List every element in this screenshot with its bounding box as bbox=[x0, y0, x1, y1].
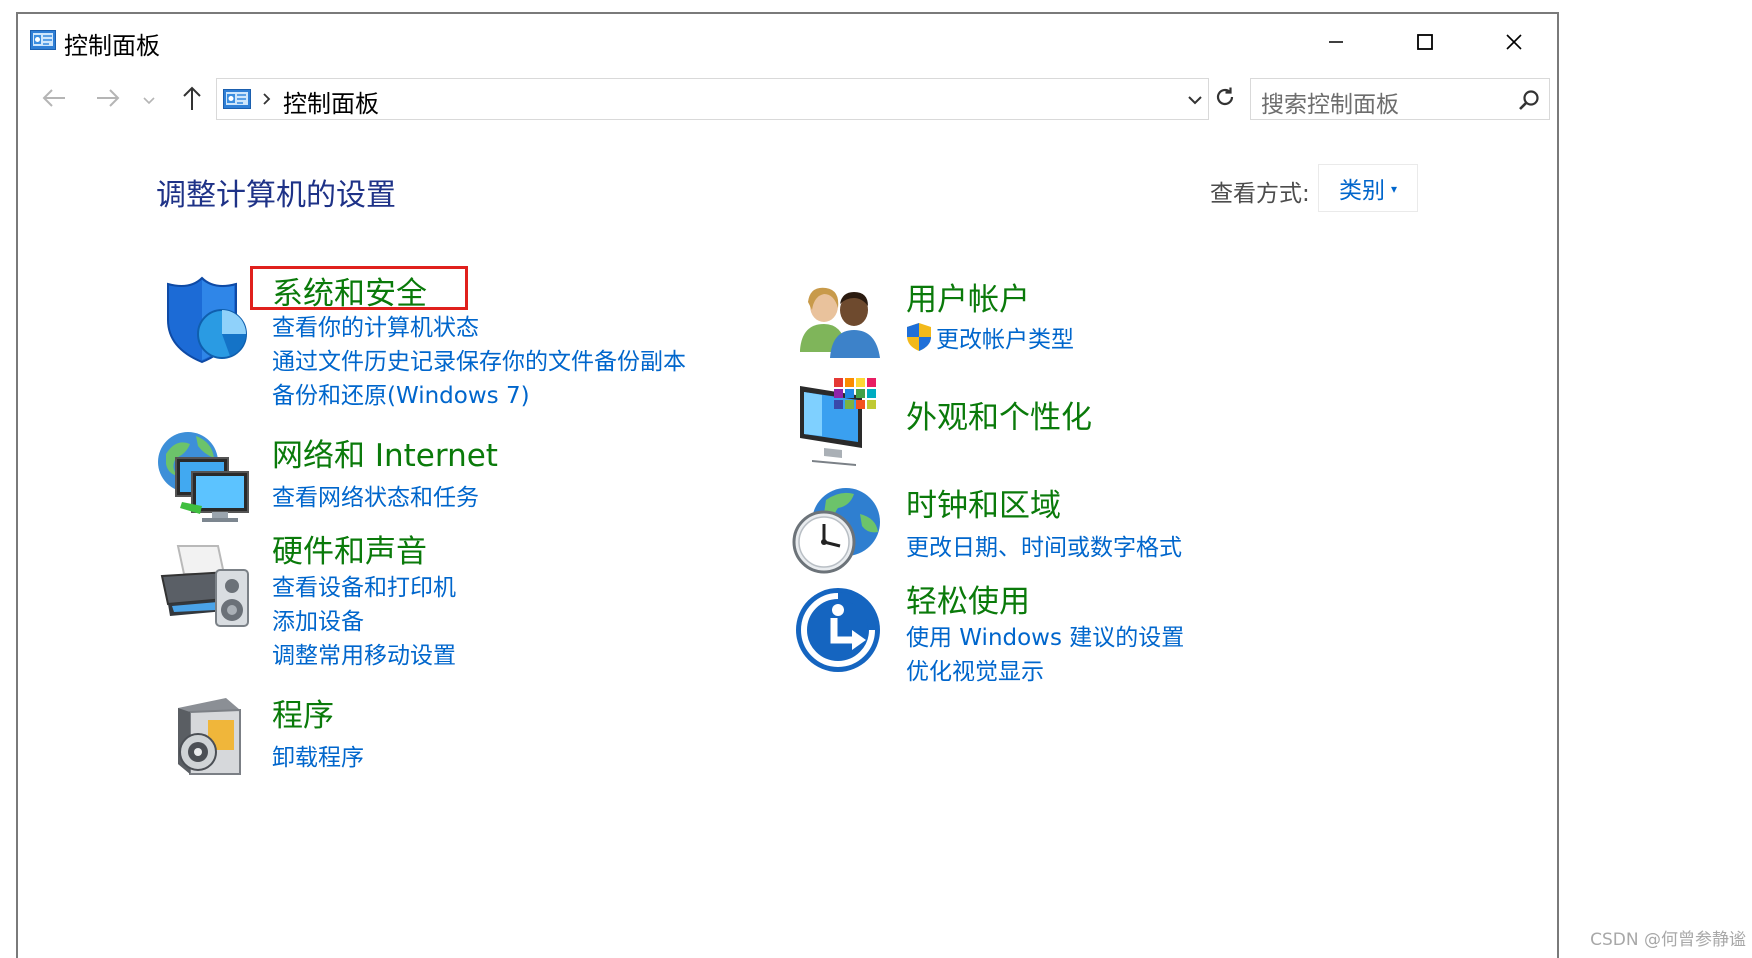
category-title-ease-of-access[interactable]: 轻松使用 bbox=[906, 576, 1030, 621]
category-title-appearance-personalization[interactable]: 外观和个性化 bbox=[906, 392, 1092, 437]
link-optimize-visual-display[interactable]: 优化视觉显示 bbox=[906, 652, 1044, 686]
close-icon bbox=[1504, 32, 1524, 52]
refresh-icon bbox=[1213, 85, 1237, 113]
search-box[interactable]: 搜索控制面板 bbox=[1250, 78, 1550, 120]
control-panel-window: 控制面板 控制面板 搜索控制面板 调整计算机的设置 查看方式: 类别 ▾ 系统和… bbox=[16, 12, 1559, 958]
link-uninstall-program[interactable]: 卸载程序 bbox=[272, 738, 364, 772]
link-backup-restore[interactable]: 备份和还原(Windows 7) bbox=[272, 376, 530, 410]
category-title-hardware-sound[interactable]: 硬件和声音 bbox=[272, 526, 427, 571]
close-button[interactable] bbox=[1482, 22, 1546, 62]
control-panel-icon bbox=[223, 89, 251, 109]
title-bar[interactable]: 控制面板 bbox=[18, 14, 1557, 68]
address-bar[interactable]: 控制面板 bbox=[216, 78, 1209, 120]
shield-chart-icon[interactable] bbox=[160, 276, 250, 370]
dropdown-arrow-icon: ▾ bbox=[1390, 182, 1398, 196]
uac-shield-icon bbox=[906, 322, 932, 356]
up-button[interactable] bbox=[174, 84, 210, 116]
breadcrumb-separator-icon[interactable] bbox=[261, 89, 273, 113]
search-icon[interactable] bbox=[1517, 88, 1541, 116]
printer-speaker-icon[interactable] bbox=[158, 540, 254, 634]
link-recommended-settings[interactable]: 使用 Windows 建议的设置 bbox=[906, 618, 1184, 652]
ease-of-access-icon[interactable] bbox=[794, 586, 882, 678]
minimize-button[interactable] bbox=[1304, 22, 1368, 62]
refresh-button[interactable] bbox=[1210, 78, 1240, 120]
category-title-system-security[interactable]: 系统和安全 bbox=[272, 268, 427, 313]
address-dropdown-button[interactable] bbox=[1182, 89, 1208, 111]
users-icon[interactable] bbox=[796, 280, 886, 364]
back-arrow-icon bbox=[41, 88, 67, 112]
category-title-programs[interactable]: 程序 bbox=[272, 690, 334, 735]
recent-locations-button[interactable] bbox=[136, 84, 162, 116]
back-button[interactable] bbox=[36, 84, 72, 116]
maximize-icon bbox=[1415, 32, 1435, 52]
maximize-button[interactable] bbox=[1393, 22, 1457, 62]
link-devices-printers[interactable]: 查看设备和打印机 bbox=[272, 568, 456, 602]
monitor-palette-icon[interactable] bbox=[798, 376, 888, 470]
chevron-down-icon bbox=[142, 91, 156, 110]
chevron-down-icon bbox=[1187, 91, 1203, 110]
link-mobility-settings[interactable]: 调整常用移动设置 bbox=[272, 636, 456, 670]
up-arrow-icon bbox=[182, 85, 202, 115]
category-title-network-internet[interactable]: 网络和 Internet bbox=[272, 430, 498, 475]
view-by-label: 查看方式: bbox=[1210, 181, 1310, 207]
watermark: CSDN @何曾参静谧 bbox=[1590, 930, 1746, 950]
link-file-history-backup[interactable]: 通过文件历史记录保存你的文件备份副本 bbox=[272, 342, 686, 376]
view-by-value: 类别 bbox=[1338, 178, 1385, 204]
forward-arrow-icon bbox=[95, 88, 121, 112]
link-change-account-type[interactable]: 更改帐户类型 bbox=[936, 320, 1074, 354]
minimize-icon bbox=[1326, 32, 1346, 52]
network-globe-icon[interactable] bbox=[156, 428, 252, 528]
forward-button[interactable] bbox=[90, 84, 126, 116]
link-network-status-tasks[interactable]: 查看网络状态和任务 bbox=[272, 478, 479, 512]
programs-disc-icon[interactable] bbox=[168, 694, 248, 782]
link-add-device[interactable]: 添加设备 bbox=[272, 602, 364, 636]
control-panel-icon bbox=[30, 30, 56, 50]
clock-globe-icon[interactable] bbox=[790, 484, 886, 580]
category-title-clock-region[interactable]: 时钟和区域 bbox=[906, 480, 1061, 525]
category-title-user-accounts[interactable]: 用户帐户 bbox=[906, 274, 1030, 319]
search-placeholder: 搜索控制面板 bbox=[1261, 92, 1399, 118]
page-title: 调整计算机的设置 bbox=[156, 178, 396, 213]
link-view-computer-status[interactable]: 查看你的计算机状态 bbox=[272, 308, 479, 342]
window-title: 控制面板 bbox=[64, 32, 160, 60]
view-by-dropdown[interactable]: 类别 ▾ bbox=[1318, 164, 1418, 212]
link-change-date-time-format[interactable]: 更改日期、时间或数字格式 bbox=[906, 528, 1182, 562]
breadcrumb-item[interactable]: 控制面板 bbox=[283, 84, 379, 119]
navigation-bar: 控制面板 搜索控制面板 bbox=[18, 76, 1557, 122]
